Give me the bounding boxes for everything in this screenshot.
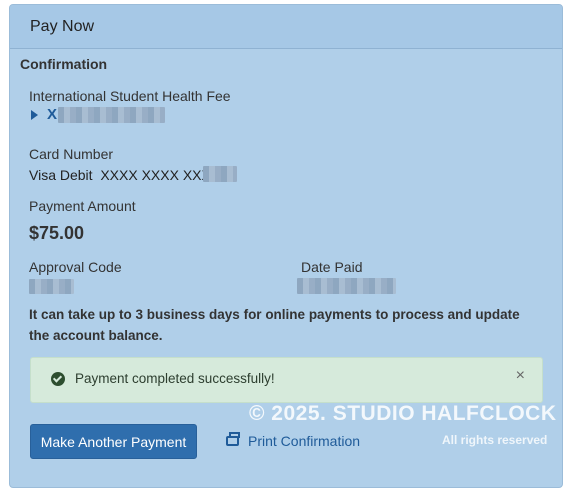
fee-label: International Student Health Fee xyxy=(29,88,231,104)
redacted-approval-code xyxy=(29,279,74,294)
card-number-label: Card Number xyxy=(29,146,114,162)
watermark-subtext: All rights reserved xyxy=(442,433,548,447)
card-number-value: Visa Debit XXXX XXXX XXXX xyxy=(29,167,221,183)
print-confirmation-label: Print Confirmation xyxy=(248,433,361,449)
redacted-card-digits xyxy=(203,166,237,182)
print-confirmation-link[interactable]: Print Confirmation xyxy=(226,432,361,449)
fee-link-prefix: X xyxy=(47,106,58,123)
caret-right-icon xyxy=(31,109,38,120)
payment-amount-value: $75.00 xyxy=(29,223,85,243)
confirmation-heading: Confirmation xyxy=(20,56,108,72)
redacted-date-paid xyxy=(297,278,396,294)
redacted-fee-reference xyxy=(58,106,166,123)
make-another-payment-button[interactable]: Make Another Payment xyxy=(30,424,197,459)
alert-message: Payment completed successfully! xyxy=(75,371,275,386)
watermark-text: © 2025. STUDIO HALFCLOCK xyxy=(249,402,557,425)
panel-title: Pay Now xyxy=(10,5,562,49)
processing-note: It can take up to 3 business days for on… xyxy=(29,307,520,343)
printer-icon xyxy=(226,432,240,446)
date-paid-label: Date Paid xyxy=(301,259,363,275)
payment-amount-label: Payment Amount xyxy=(29,198,136,214)
fee-link[interactable]: X xyxy=(31,106,166,123)
approval-code-label: Approval Code xyxy=(29,259,122,275)
check-circle-icon xyxy=(51,372,65,386)
success-alert: Payment completed successfully! × xyxy=(30,357,543,403)
close-icon[interactable]: × xyxy=(516,367,525,385)
